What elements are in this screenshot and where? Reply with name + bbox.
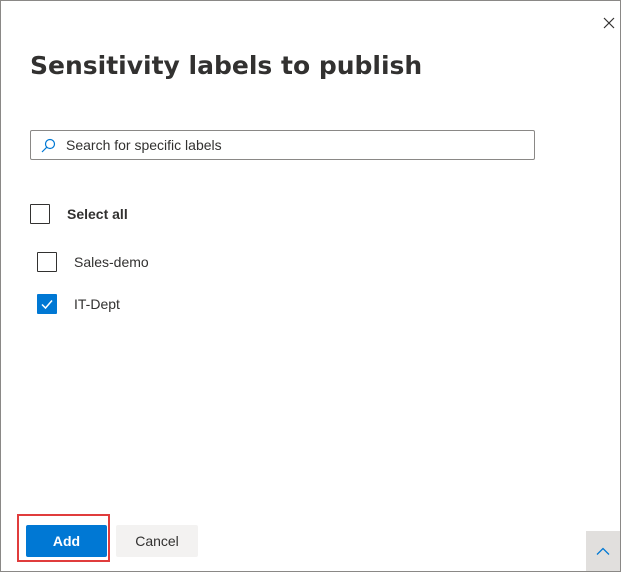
close-icon[interactable] [601, 15, 617, 31]
select-all-row[interactable]: Select all [30, 204, 128, 224]
sales-demo-checkbox[interactable] [37, 252, 57, 272]
select-all-label: Select all [67, 206, 128, 222]
scroll-to-top-button[interactable] [586, 531, 620, 571]
search-box[interactable] [30, 130, 535, 160]
select-all-checkbox[interactable] [30, 204, 50, 224]
it-dept-checkbox[interactable] [37, 294, 57, 314]
it-dept-label: IT-Dept [74, 296, 120, 312]
add-button[interactable]: Add [26, 525, 107, 557]
search-icon [40, 138, 56, 154]
cancel-button[interactable]: Cancel [116, 525, 198, 557]
search-input[interactable] [66, 131, 526, 159]
checkmark-icon [41, 300, 53, 310]
label-row-sales-demo[interactable]: Sales-demo [37, 252, 149, 272]
labels-panel: Sensitivity labels to publish Select all… [0, 0, 621, 572]
panel-title: Sensitivity labels to publish [30, 51, 423, 80]
chevron-up-icon [596, 547, 610, 555]
sales-demo-label: Sales-demo [74, 254, 149, 270]
label-row-it-dept[interactable]: IT-Dept [37, 294, 120, 314]
